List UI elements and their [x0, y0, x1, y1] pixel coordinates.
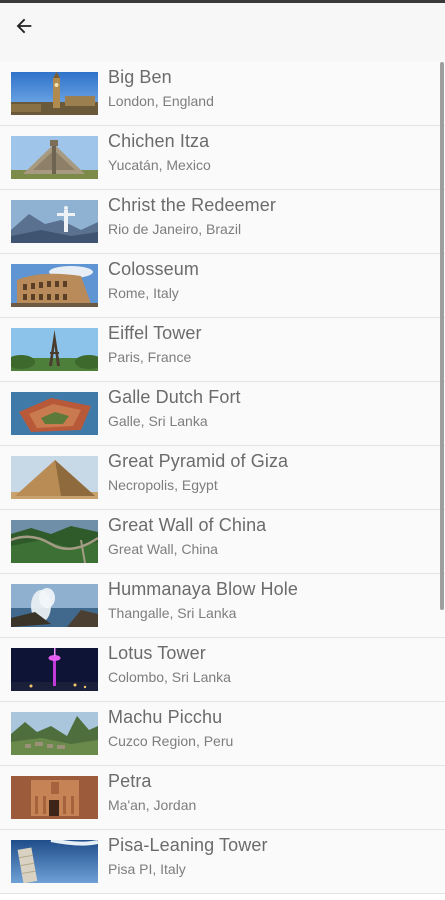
place-name: Great Wall of China: [108, 515, 267, 535]
place-name: Great Pyramid of Giza: [108, 451, 289, 471]
list-item[interactable]: Hummanaya Blow Hole Thangalle, Sri Lanka: [0, 574, 445, 638]
back-button[interactable]: [10, 12, 38, 40]
list-item[interactable]: Machu Picchu Cuzco Region, Peru: [0, 702, 445, 766]
pisa-tower-thumbnail: [11, 840, 98, 883]
list-item[interactable]: Chichen Itza Yucatán, Mexico: [0, 126, 445, 190]
place-location: Rome, Italy: [108, 285, 179, 301]
great-pyramid-thumbnail: [11, 456, 98, 499]
place-name: Lotus Tower: [108, 643, 206, 663]
place-name: Christ the Redeemer: [108, 195, 276, 215]
list-item[interactable]: Great Pyramid of Giza Necropolis, Egypt: [0, 446, 445, 510]
place-name: Machu Picchu: [108, 707, 223, 727]
list-item[interactable]: Pisa-Leaning Tower Pisa PI, Italy: [0, 830, 445, 894]
place-location: Yucatán, Mexico: [108, 157, 211, 173]
app-bar: [0, 3, 445, 62]
place-location: Colombo, Sri Lanka: [108, 669, 231, 685]
place-location: Paris, France: [108, 349, 192, 365]
place-name: Galle Dutch Fort: [108, 387, 241, 407]
place-location: Galle, Sri Lanka: [108, 413, 208, 429]
eiffel-tower-thumbnail: [11, 328, 98, 371]
list-item[interactable]: Eiffel Tower Paris, France: [0, 318, 445, 382]
list-item[interactable]: Christ the Redeemer Rio de Janeiro, Braz…: [0, 190, 445, 254]
christ-the-redeemer-thumbnail: [11, 200, 98, 243]
place-name: Hummanaya Blow Hole: [108, 579, 298, 599]
lotus-tower-thumbnail: [11, 648, 98, 691]
list-item[interactable]: Big Ben London, England: [0, 62, 445, 126]
list-item[interactable]: Colosseum Rome, Italy: [0, 254, 445, 318]
galle-dutch-fort-thumbnail: [11, 392, 98, 435]
list-item[interactable]: Petra Ma'an, Jordan: [0, 766, 445, 830]
place-location: Cuzco Region, Peru: [108, 733, 234, 749]
place-location: Rio de Janeiro, Brazil: [108, 221, 242, 237]
place-location: London, England: [108, 93, 214, 109]
place-name: Pisa-Leaning Tower: [108, 835, 268, 855]
place-name: Chichen Itza: [108, 131, 210, 151]
list-item[interactable]: Galle Dutch Fort Galle, Sri Lanka: [0, 382, 445, 446]
place-location: Pisa PI, Italy: [108, 861, 186, 877]
place-location: Great Wall, China: [108, 541, 218, 557]
big-ben-thumbnail: [11, 72, 98, 115]
petra-thumbnail: [11, 776, 98, 819]
arrow-left-icon: [16, 18, 32, 34]
great-wall-thumbnail: [11, 520, 98, 563]
place-name: Petra: [108, 771, 152, 791]
place-name: Colosseum: [108, 259, 199, 279]
place-location: Necropolis, Egypt: [108, 477, 218, 493]
landmark-list: Big Ben London, England Chichen Itza Yuc…: [0, 62, 445, 900]
list-item[interactable]: Lotus Tower Colombo, Sri Lanka: [0, 638, 445, 702]
list-item[interactable]: Great Wall of China Great Wall, China: [0, 510, 445, 574]
place-location: Ma'an, Jordan: [108, 797, 197, 813]
blow-hole-thumbnail: [11, 584, 98, 627]
scrollbar[interactable]: [440, 62, 444, 610]
colosseum-thumbnail: [11, 264, 98, 307]
chichen-itza-thumbnail: [11, 136, 98, 179]
place-location: Thangalle, Sri Lanka: [108, 605, 237, 621]
place-name: Eiffel Tower: [108, 323, 202, 343]
place-name: Big Ben: [108, 67, 172, 87]
machu-picchu-thumbnail: [11, 712, 98, 755]
